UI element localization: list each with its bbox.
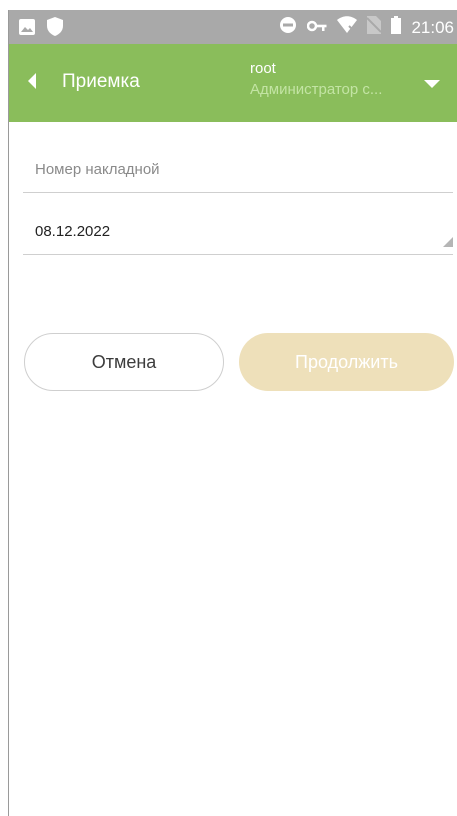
image-icon	[19, 18, 35, 40]
cancel-button[interactable]: Отмена	[24, 333, 224, 391]
continue-button[interactable]: Продолжить	[239, 333, 454, 391]
device-screen: 21:06 Приемка root Администратор с... Но…	[8, 10, 457, 816]
status-time: 21:06	[411, 17, 454, 37]
spinner-corner-icon	[443, 234, 453, 252]
page-title[interactable]: Приемка	[62, 70, 140, 94]
dropdown-arrow-icon[interactable]	[424, 76, 440, 94]
date-field[interactable]: 08.12.2022	[23, 218, 453, 255]
status-bar: 21:06	[9, 10, 457, 44]
shield-icon	[47, 17, 63, 41]
user-name: root	[250, 60, 276, 77]
no-sim-icon	[366, 16, 383, 39]
wifi-off-icon	[337, 16, 358, 39]
vpn-key-icon	[307, 19, 327, 37]
status-left-icons	[19, 17, 63, 41]
user-role: Администратор с...	[250, 81, 383, 98]
invoice-number-field[interactable]: Номер накладной	[23, 156, 453, 193]
battery-icon	[391, 16, 402, 39]
app-bar: Приемка root Администратор с...	[9, 44, 457, 122]
do-not-disturb-icon	[279, 16, 297, 39]
back-arrow-icon[interactable]	[27, 73, 37, 94]
invoice-number-placeholder: Номер накладной	[35, 161, 160, 178]
date-value: 08.12.2022	[35, 223, 111, 240]
status-right-icons: 21:06	[279, 16, 454, 39]
